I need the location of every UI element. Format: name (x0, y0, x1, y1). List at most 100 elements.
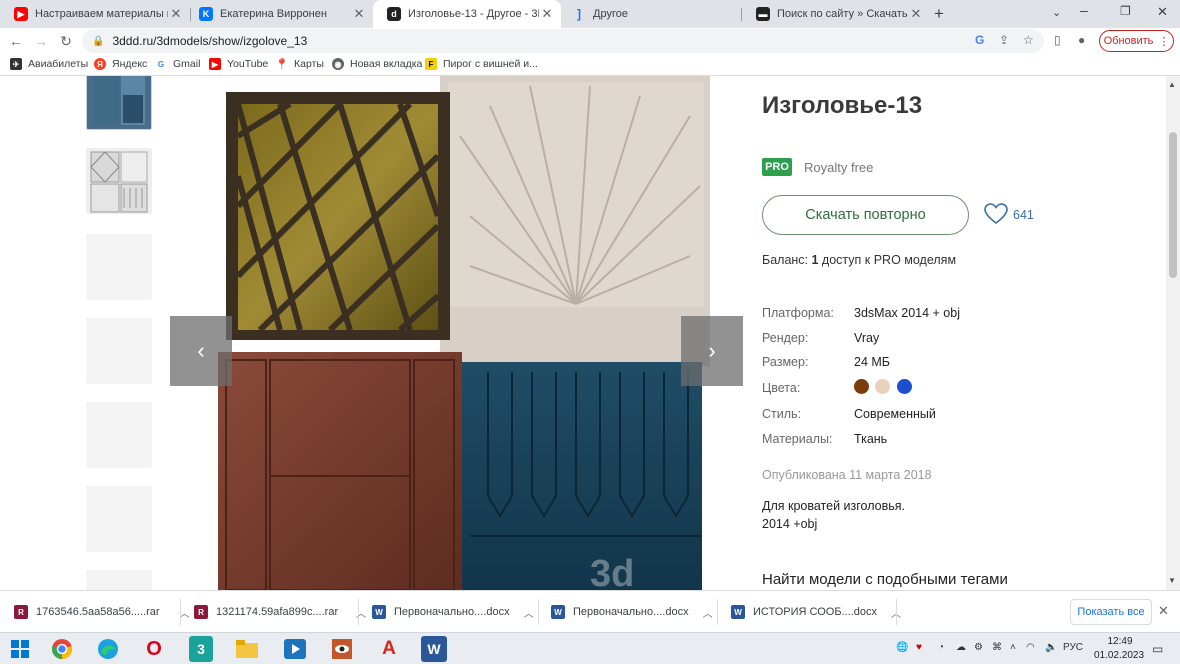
bookmark-maps[interactable]: 📍 Карты (275, 58, 324, 71)
notifications-icon[interactable]: ▭ (1152, 642, 1163, 656)
page-scrollbar[interactable]: ▲ ▼ (1166, 76, 1180, 590)
tab-vk[interactable]: K Екатерина Вирронен ✕ (185, 2, 373, 26)
tray-app-icon[interactable]: ⌘ (992, 642, 1002, 653)
tray-app-icon[interactable]: ☁ (956, 642, 966, 653)
google-lens-icon[interactable]: G (975, 33, 984, 47)
scroll-thumb[interactable] (1169, 132, 1177, 278)
windows-start-icon[interactable] (6, 636, 34, 662)
browser-toolbar: ← → ↻ 🔒 3ddd.ru/3dmodels/show/izgolove_1… (0, 28, 1180, 54)
spec-label-render: Рендер: (762, 331, 809, 345)
forward-icon[interactable]: → (31, 31, 51, 51)
show-all-downloads-button[interactable]: Показать все (1070, 599, 1152, 625)
back-icon[interactable]: ← (6, 31, 26, 51)
download-again-button[interactable]: Скачать повторно (762, 195, 969, 235)
chevron-up-icon[interactable]: ︿ (703, 605, 713, 620)
scroll-up-icon[interactable]: ▲ (1168, 80, 1176, 89)
thumbnail-placeholder[interactable] (86, 570, 152, 590)
thumbnail-2[interactable] (86, 148, 152, 214)
download-item[interactable]: W Первоначально....docx ︿ (551, 599, 713, 625)
close-tab-icon[interactable]: ✕ (168, 6, 184, 22)
bookmark-gmail[interactable]: G Gmail (155, 58, 201, 70)
close-window-icon[interactable]: ✕ (1157, 4, 1168, 20)
bookmark-youtube[interactable]: ▶ YouTube (209, 58, 268, 70)
new-tab-icon[interactable]: + (934, 4, 944, 24)
spec-value-style[interactable]: Современный (854, 407, 936, 421)
minimize-icon[interactable]: – (1080, 2, 1088, 18)
tab-search-chevron-icon[interactable]: ⌄ (1052, 6, 1061, 19)
thumbnail-1[interactable] (86, 76, 152, 130)
close-downloads-icon[interactable]: ✕ (1158, 603, 1169, 619)
color-swatch-brown[interactable] (854, 379, 869, 394)
scroll-down-icon[interactable]: ▼ (1168, 576, 1176, 585)
word-app-icon[interactable]: W (421, 636, 447, 662)
tab-youtube[interactable]: ▶ Настраиваем материалы в 3d m ✕ (0, 2, 190, 26)
tray-app-icon[interactable]: ◔ (938, 642, 944, 653)
update-browser-button[interactable]: Обновить ⋮ (1099, 30, 1174, 52)
model-info-panel: Изголовье-13 PRO Royalty free Скачать по… (762, 76, 1162, 590)
close-tab-icon[interactable]: ✕ (351, 6, 367, 22)
volume-icon[interactable]: 🔈 (1045, 642, 1057, 653)
tray-app-icon[interactable]: ⚙ (974, 642, 983, 653)
map-pin-icon: 📍 (275, 58, 289, 71)
published-date: Опубликована 11 марта 2018 (762, 468, 932, 482)
word-document-icon: W (551, 605, 565, 619)
show-hidden-icons-icon[interactable]: ˄ (1010, 642, 1016, 653)
thumbnail-placeholder[interactable] (86, 486, 152, 552)
eye-app-icon[interactable] (328, 636, 356, 662)
restore-icon[interactable]: ❐ (1120, 4, 1131, 18)
3dsmax-app-icon[interactable]: 3 (189, 636, 213, 662)
language-indicator[interactable]: РУС (1063, 642, 1083, 653)
model-image-viewer[interactable]: 3d ‹ › (170, 76, 743, 590)
bookmark-new-tab[interactable]: ◉ Новая вкладка (332, 58, 422, 70)
heart-icon[interactable] (984, 203, 1008, 225)
color-swatch-blue[interactable] (897, 379, 912, 394)
chevron-up-icon[interactable]: ︿ (180, 605, 190, 620)
spec-value-platform: 3dsMax 2014 + obj (854, 306, 960, 320)
download-filename: Первоначально....docx (394, 606, 510, 618)
media-player-icon[interactable] (281, 636, 309, 662)
download-item[interactable]: R 1321174.59afa899c....rar ︿ (194, 599, 366, 625)
chrome-app-icon[interactable] (48, 636, 76, 662)
description-line: 2014 +obj (762, 517, 818, 531)
download-item[interactable]: W ИСТОРИЯ СООБ....docx ︿ (731, 599, 901, 625)
reload-icon[interactable]: ↻ (56, 31, 76, 51)
download-item[interactable]: W Первоначально....docx ︿ (372, 599, 534, 625)
antivirus-tray-icon[interactable]: ♥ (916, 642, 922, 653)
thumbnail-placeholder[interactable] (86, 402, 152, 468)
url-text[interactable]: 3ddd.ru/3dmodels/show/izgolove_13 (112, 34, 307, 48)
thumbnail-placeholder[interactable] (86, 318, 152, 384)
next-image-button[interactable]: › (681, 316, 743, 386)
previous-image-button[interactable]: ‹ (170, 316, 232, 386)
clock-date[interactable]: 01.02.2023 (1088, 650, 1150, 661)
acrobat-app-icon[interactable]: A (375, 636, 403, 662)
more-menu-icon: ⋮ (1158, 35, 1170, 48)
chevron-up-icon[interactable]: ︿ (524, 605, 534, 620)
color-swatch-beige[interactable] (875, 379, 890, 394)
thumbnail-placeholder[interactable] (86, 234, 152, 300)
address-bar[interactable]: 🔒 3ddd.ru/3dmodels/show/izgolove_13 (82, 29, 1044, 53)
bookmark-yandex[interactable]: Я Яндекс (94, 58, 147, 70)
opera-app-icon[interactable]: O (140, 636, 168, 662)
spec-value-materials[interactable]: Ткань (854, 432, 887, 446)
download-item[interactable]: R 1763546.5aa58a56.....rar ︿ (14, 599, 190, 625)
profile-icon[interactable]: ● (1078, 33, 1085, 47)
clock-time[interactable]: 12:49 (1100, 636, 1140, 647)
likes-count: 641 (1013, 208, 1034, 222)
bookmark-aviabilety[interactable]: ✈ Авиабилеты (10, 58, 88, 70)
tab-search[interactable]: ▬ Поиск по сайту » Скачать 3D М ✕ (742, 2, 930, 26)
tab-izgolove-active[interactable]: d Изголовье-13 - Другое - 3D мо ✕ (373, 0, 561, 28)
bookmark-pirog[interactable]: F Пирог с вишней и... (425, 58, 538, 70)
file-explorer-icon[interactable] (233, 636, 261, 662)
share-icon[interactable]: ⇪ (999, 33, 1009, 47)
edge-app-icon[interactable] (94, 636, 122, 662)
bookmark-star-icon[interactable]: ☆ (1023, 33, 1034, 47)
tray-app-icon[interactable]: 🌐 (896, 642, 908, 653)
close-tab-icon[interactable]: ✕ (539, 6, 555, 22)
bookmark-label: YouTube (227, 58, 269, 70)
close-tab-icon[interactable]: ✕ (908, 6, 924, 22)
spec-value-size: 24 МБ (854, 355, 890, 369)
tab-drugoe[interactable]: ] Другое (558, 2, 743, 26)
side-panel-icon[interactable]: ▯ (1054, 33, 1061, 47)
wifi-icon[interactable]: ◠ (1026, 642, 1035, 653)
tab-title: Другое (593, 8, 628, 20)
